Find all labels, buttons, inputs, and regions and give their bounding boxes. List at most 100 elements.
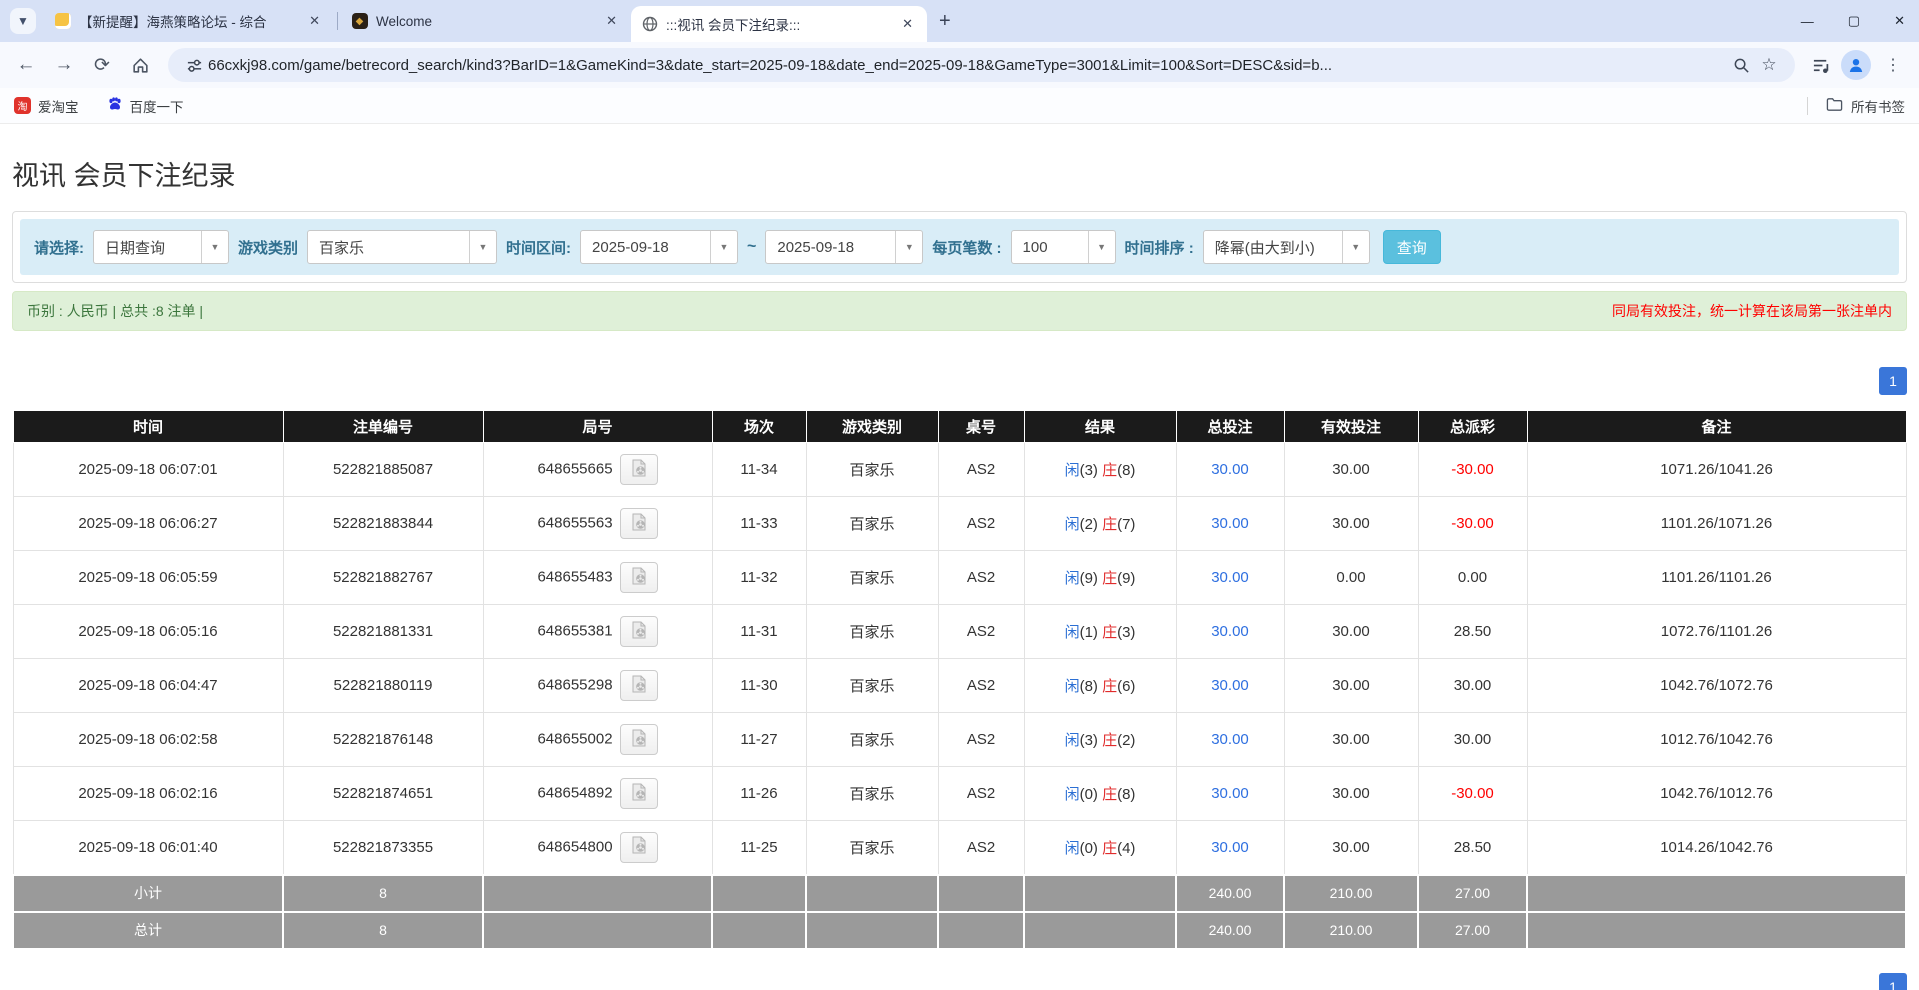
round-no-cell: 648655381 bbox=[483, 605, 712, 659]
video-icon bbox=[629, 729, 649, 751]
site-info-icon[interactable] bbox=[180, 51, 208, 79]
reload-icon[interactable]: ⟳ bbox=[86, 49, 118, 81]
col-round-no: 局号 bbox=[483, 411, 712, 443]
table-row: 2025-09-18 06:06:27522821883844648655563… bbox=[13, 497, 1906, 551]
sum-empty-cell bbox=[806, 875, 938, 912]
profile-avatar-icon[interactable] bbox=[1841, 50, 1871, 80]
total-bet-cell[interactable]: 30.00 bbox=[1176, 659, 1284, 713]
sum-count-cell: 8 bbox=[283, 912, 483, 949]
new-tab-button[interactable]: + bbox=[939, 10, 951, 33]
welcome-favicon: ◆ bbox=[351, 13, 368, 30]
date-range-label: 时间区间: bbox=[506, 237, 571, 258]
maximize-icon[interactable]: ▢ bbox=[1848, 13, 1860, 29]
payout-value: 30.00 bbox=[1454, 731, 1492, 748]
sum-empty-cell bbox=[712, 912, 806, 949]
minimize-icon[interactable]: — bbox=[1801, 14, 1814, 29]
close-window-icon[interactable]: ✕ bbox=[1894, 13, 1905, 29]
forward-icon[interactable]: → bbox=[48, 49, 80, 81]
close-tab-icon[interactable]: ✕ bbox=[305, 11, 324, 31]
note-cell: 1042.76/1072.76 bbox=[1527, 659, 1906, 713]
menu-dots-icon[interactable]: ⋮ bbox=[1877, 49, 1909, 81]
page-size-select[interactable]: 100 ▼ bbox=[1011, 230, 1116, 264]
result-player-label: 闲 bbox=[1065, 516, 1080, 533]
total-bet-link: 30.00 bbox=[1211, 839, 1249, 856]
video-replay-button[interactable] bbox=[620, 670, 658, 701]
total-bet-cell[interactable]: 30.00 bbox=[1176, 713, 1284, 767]
result-player-label: 闲 bbox=[1065, 462, 1080, 479]
video-replay-button[interactable] bbox=[620, 832, 658, 863]
total-bet-cell[interactable]: 30.00 bbox=[1176, 767, 1284, 821]
total-bet-link: 30.00 bbox=[1211, 461, 1249, 478]
game-kind-select[interactable]: 百家乐 ▼ bbox=[307, 230, 497, 264]
video-replay-button[interactable] bbox=[620, 724, 658, 755]
payout-cell: -30.00 bbox=[1418, 443, 1527, 497]
col-result: 结果 bbox=[1024, 411, 1176, 443]
sum-empty-cell bbox=[483, 875, 712, 912]
col-time: 时间 bbox=[13, 411, 283, 443]
video-replay-button[interactable] bbox=[620, 454, 658, 485]
tab-search-button[interactable]: ▼ bbox=[10, 8, 36, 34]
session-cell: 11-34 bbox=[712, 443, 806, 497]
table-no-cell: AS2 bbox=[938, 821, 1024, 875]
sum-empty-cell bbox=[1527, 912, 1906, 949]
bookmark-star-icon[interactable]: ☆ bbox=[1755, 51, 1783, 79]
close-tab-icon[interactable]: ✕ bbox=[898, 14, 917, 34]
date-start-picker[interactable]: 2025-09-18 ▼ bbox=[580, 230, 738, 264]
bet-time-cell: 2025-09-18 06:07:01 bbox=[13, 443, 283, 497]
sum-empty-cell bbox=[1024, 875, 1176, 912]
sum-empty-cell bbox=[806, 912, 938, 949]
table-row: 2025-09-18 06:04:47522821880119648655298… bbox=[13, 659, 1906, 713]
valid-bet-cell: 30.00 bbox=[1284, 821, 1418, 875]
page-1-button[interactable]: 1 bbox=[1879, 973, 1907, 990]
bookmark-label: 百度一下 bbox=[130, 96, 184, 116]
bet-no-cell: 522821882767 bbox=[283, 551, 483, 605]
query-type-select[interactable]: 日期查询 ▼ bbox=[93, 230, 229, 264]
result-cell: 闲(9) 庄(9) bbox=[1024, 551, 1176, 605]
query-button[interactable]: 查询 bbox=[1383, 230, 1441, 264]
total-bet-cell[interactable]: 30.00 bbox=[1176, 443, 1284, 497]
video-replay-button[interactable] bbox=[620, 616, 658, 647]
result-player-score: (1) bbox=[1080, 624, 1103, 641]
back-icon[interactable]: ← bbox=[10, 49, 42, 81]
sort-select[interactable]: 降幂(由大到小) ▼ bbox=[1203, 230, 1370, 264]
media-control-icon[interactable] bbox=[1807, 51, 1835, 79]
video-replay-button[interactable] bbox=[620, 508, 658, 539]
date-end-picker[interactable]: 2025-09-18 ▼ bbox=[765, 230, 923, 264]
tab-bet-records-active[interactable]: :::视讯 会员下注纪录::: ✕ bbox=[631, 6, 927, 42]
sum-count-cell: 8 bbox=[283, 875, 483, 912]
table-row: 2025-09-18 06:02:58522821876148648655002… bbox=[13, 713, 1906, 767]
round-no-cell: 648654892 bbox=[483, 767, 712, 821]
payout-value: -30.00 bbox=[1451, 461, 1494, 478]
page-1-button[interactable]: 1 bbox=[1879, 367, 1907, 395]
tab-forum[interactable]: 【新提醒】海燕策略论坛 - 综合 ✕ bbox=[44, 4, 334, 38]
table-no-cell: AS2 bbox=[938, 659, 1024, 713]
round-no-cell: 648655002 bbox=[483, 713, 712, 767]
total-bet-cell[interactable]: 30.00 bbox=[1176, 821, 1284, 875]
total-bet-link: 30.00 bbox=[1211, 785, 1249, 802]
all-bookmarks-button[interactable]: 所有书签 bbox=[1851, 96, 1905, 116]
bookmark-taobao[interactable]: 淘 爱淘宝 bbox=[14, 96, 79, 116]
bet-time-cell: 2025-09-18 06:01:40 bbox=[13, 821, 283, 875]
page-size-value: 100 bbox=[1012, 231, 1088, 263]
result-player-score: (3) bbox=[1080, 462, 1103, 479]
bookmark-baidu[interactable]: 百度一下 bbox=[107, 96, 184, 116]
total-bet-cell[interactable]: 30.00 bbox=[1176, 551, 1284, 605]
sum-empty-cell bbox=[938, 912, 1024, 949]
total-bet-cell[interactable]: 30.00 bbox=[1176, 605, 1284, 659]
total-bet-cell[interactable]: 30.00 bbox=[1176, 497, 1284, 551]
tab-welcome[interactable]: ◆ Welcome ✕ bbox=[341, 4, 631, 38]
result-banker-label: 庄 bbox=[1102, 516, 1117, 533]
video-icon bbox=[629, 459, 649, 481]
video-replay-button[interactable] bbox=[620, 778, 658, 809]
video-replay-button[interactable] bbox=[620, 562, 658, 593]
address-bar[interactable]: 66cxkj98.com/game/betrecord_search/kind3… bbox=[168, 48, 1795, 82]
game-kind-cell: 百家乐 bbox=[806, 497, 938, 551]
result-player-score: (8) bbox=[1080, 678, 1103, 695]
home-icon[interactable] bbox=[124, 49, 156, 81]
round-no-cell: 648655665 bbox=[483, 443, 712, 497]
bet-no-cell: 522821883844 bbox=[283, 497, 483, 551]
close-tab-icon[interactable]: ✕ bbox=[602, 11, 621, 31]
result-player-label: 闲 bbox=[1065, 624, 1080, 641]
bet-no-cell: 522821880119 bbox=[283, 659, 483, 713]
zoom-icon[interactable] bbox=[1727, 51, 1755, 79]
